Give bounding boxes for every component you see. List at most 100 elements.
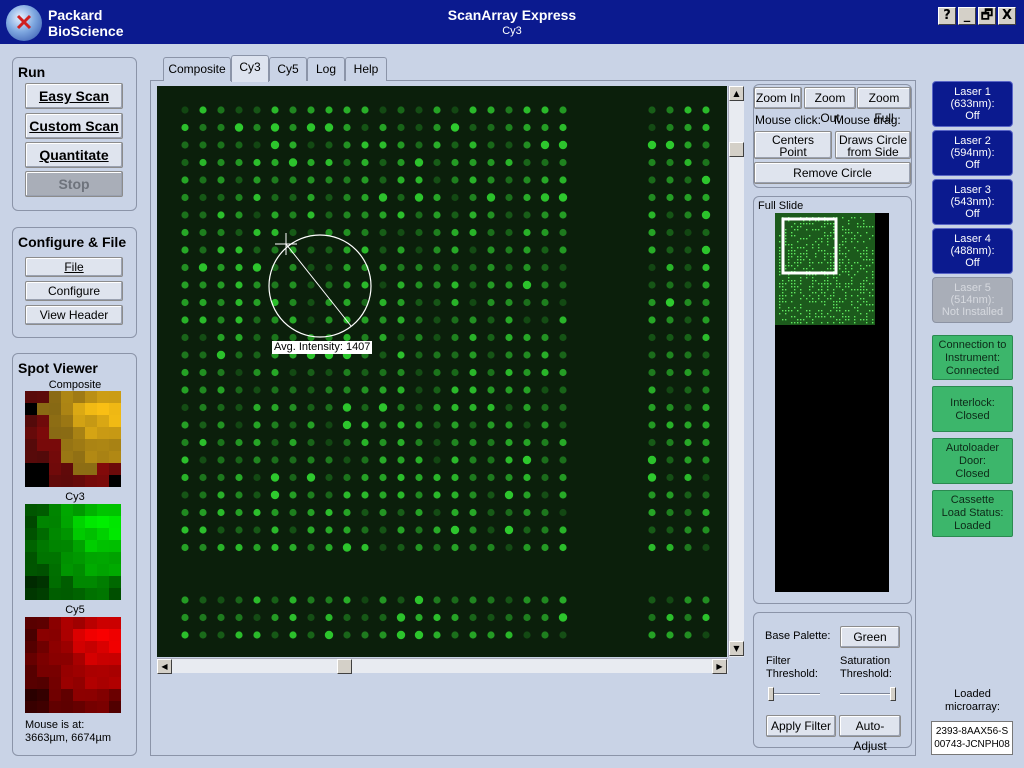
saturation-threshold-label: Saturation Threshold:: [840, 655, 892, 681]
composite-pixel: [109, 427, 121, 439]
mouse-position: Mouse is at: 3663µm, 6674µm: [25, 719, 111, 745]
remove-circle-button[interactable]: Remove Circle: [754, 162, 911, 184]
scroll-down-icon[interactable]: ▼: [729, 641, 744, 656]
laser-5-name: Laser 5: [954, 282, 991, 294]
cy3-pixel: [37, 576, 49, 588]
easy-scan-button[interactable]: Easy Scan: [25, 83, 123, 109]
restore-button[interactable]: 🗗: [978, 7, 996, 25]
cy5-pixel: [49, 641, 61, 653]
composite-label: Composite: [48, 379, 102, 391]
composite-pixel: [97, 391, 109, 403]
zoom-full-button[interactable]: Zoom Full: [857, 87, 911, 125]
composite-pixel: [85, 475, 97, 487]
cy5-pixel: [49, 617, 61, 629]
scan-image-view[interactable]: Avg. Intensity: 1407: [157, 86, 727, 657]
horizontal-scrollbar[interactable]: ◀ ▶: [157, 658, 728, 674]
composite-pixel: [97, 415, 109, 427]
cy5-pixel: [61, 677, 73, 689]
cy3-pixel: [37, 564, 49, 576]
cy3-pixel: [73, 564, 85, 576]
cy3-pixel: [61, 504, 73, 516]
laser-2-status[interactable]: Laser 2 (594nm): Off: [932, 130, 1013, 176]
saturation-threshold-line-1: Saturation: [840, 655, 891, 667]
tab-help[interactable]: Help: [345, 57, 387, 81]
file-button[interactable]: File: [25, 257, 123, 277]
connection-line-3: Connected: [945, 365, 1000, 377]
cy5-pixel: [25, 689, 37, 701]
tab-cy3[interactable]: Cy3: [231, 55, 269, 82]
composite-pixel: [109, 451, 121, 463]
cy5-pixel: [97, 617, 109, 629]
centers-point-button[interactable]: Centers Point: [754, 131, 832, 159]
help-window-button[interactable]: ?: [938, 7, 956, 25]
cy5-pixel: [61, 701, 73, 713]
loaded-value-line-2: 00743-JCNPH08: [934, 739, 1010, 750]
cy5-pixel: [61, 653, 73, 665]
tab-cy5[interactable]: Cy5: [269, 57, 307, 81]
tab-log[interactable]: Log: [307, 57, 345, 81]
tab-composite[interactable]: Composite: [163, 57, 231, 81]
composite-spot-view: [25, 391, 121, 487]
filter-slider-thumb[interactable]: [768, 687, 774, 701]
laser-4-state: Off: [965, 257, 980, 269]
stop-button[interactable]: Stop: [25, 171, 123, 197]
close-button[interactable]: X: [998, 7, 1016, 25]
cassette-line-3: Loaded: [954, 520, 991, 532]
composite-pixel: [25, 391, 37, 403]
cy5-pixel: [109, 701, 121, 713]
full-slide-title: Full Slide: [758, 200, 804, 212]
mouse-drag-label: Mouse drag:: [834, 113, 901, 127]
composite-pixel: [49, 463, 61, 475]
cy3-pixel: [109, 504, 121, 516]
laser-1-status[interactable]: Laser 1 (633nm): Off: [932, 81, 1013, 127]
composite-pixel: [109, 391, 121, 403]
scroll-up-icon[interactable]: ▲: [729, 86, 744, 101]
cy5-pixel: [109, 665, 121, 677]
base-palette-button[interactable]: Green: [840, 626, 900, 648]
autoloader-line-1: Autoloader: [945, 442, 1000, 454]
scroll-left-icon[interactable]: ◀: [157, 659, 172, 674]
auto-adjust-button[interactable]: Auto-Adjust: [839, 715, 901, 753]
saturation-slider-thumb[interactable]: [890, 687, 896, 701]
quantitate-label: Quantitate: [39, 147, 109, 163]
cy3-pixel: [85, 576, 97, 588]
quantitate-button[interactable]: Quantitate: [25, 142, 123, 168]
laser-4-status[interactable]: Laser 4 (488nm): Off: [932, 228, 1013, 274]
filter-slider-track[interactable]: [768, 693, 820, 695]
laser-5-state: Not Installed: [941, 306, 1004, 318]
view-header-button[interactable]: View Header: [25, 305, 123, 325]
apply-filter-button[interactable]: Apply Filter: [766, 715, 836, 737]
zoom-out-button[interactable]: Zoom Out: [804, 87, 856, 125]
custom-scan-button[interactable]: Custom Scan: [25, 113, 123, 139]
composite-pixel: [49, 451, 61, 463]
configure-button[interactable]: Configure: [25, 281, 123, 301]
cy3-pixel: [25, 504, 37, 516]
cy5-pixel: [61, 689, 73, 701]
cy3-pixel: [25, 528, 37, 540]
cy5-pixel: [25, 617, 37, 629]
zoom-in-button[interactable]: Zoom In: [754, 87, 802, 109]
composite-pixel: [97, 463, 109, 475]
vertical-scrollbar[interactable]: ▲ ▼: [728, 86, 744, 657]
horizontal-scroll-thumb[interactable]: [337, 659, 352, 674]
composite-pixel: [49, 427, 61, 439]
composite-pixel: [85, 463, 97, 475]
cy5-pixel: [73, 641, 85, 653]
cy5-pixel: [73, 617, 85, 629]
full-slide-view[interactable]: [775, 213, 889, 592]
cy5-pixel: [85, 701, 97, 713]
laser-3-status[interactable]: Laser 3 (543nm): Off: [932, 179, 1013, 225]
cy3-pixel: [61, 540, 73, 552]
cy5-pixel: [109, 653, 121, 665]
composite-pixel: [25, 475, 37, 487]
saturation-slider-track[interactable]: [840, 693, 896, 695]
composite-pixel: [37, 415, 49, 427]
composite-pixel: [49, 391, 61, 403]
filter-threshold-line-1: Filter: [766, 655, 791, 667]
vertical-scroll-thumb[interactable]: [729, 142, 744, 157]
cy5-spot-view: [25, 617, 121, 713]
composite-pixel: [97, 475, 109, 487]
scroll-right-icon[interactable]: ▶: [712, 659, 727, 674]
draws-circle-button[interactable]: Draws Circle from Side: [835, 131, 911, 159]
minimize-button[interactable]: _: [958, 7, 976, 25]
